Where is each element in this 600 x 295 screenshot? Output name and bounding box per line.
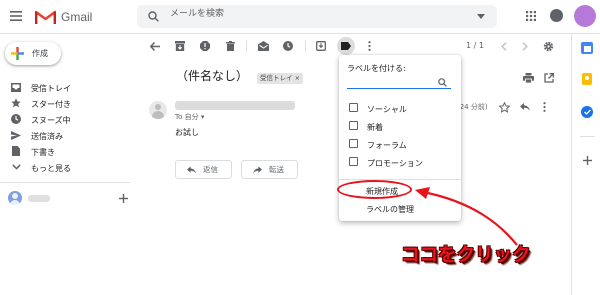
apps-grid-icon[interactable] [524,9,538,23]
get-addons-plus-icon[interactable] [582,155,592,165]
sidebar-item-more[interactable]: もっと見る [0,160,130,174]
recipient-line[interactable]: To 自分 ▾ [175,114,204,121]
print-icon[interactable] [522,72,534,84]
sidebar-item-snoozed[interactable]: スヌーズ中 [0,112,130,126]
inbox-label-chip[interactable]: 受信トレイ × [257,73,304,84]
search-options-icon[interactable] [476,11,486,21]
sidebar-item-label: もっと見る [31,164,71,173]
label-option-promotions[interactable]: プロモーション [345,155,455,169]
settings-gear-icon[interactable] [542,40,554,52]
reply-button[interactable]: 返信 [175,160,232,179]
toolbar-divider [305,40,306,52]
side-panel-divider [571,34,572,295]
sidebar-item-label: スヌーズ中 [31,116,71,125]
gmail-m-icon [35,10,56,24]
forward-button[interactable]: 転送 [241,160,298,179]
sidebar-item-label: 送信済み [31,132,63,141]
message-body: お試し [175,128,199,137]
clock-icon [10,113,22,125]
compose-button[interactable]: 作成 [5,42,61,65]
label-option-text: フォーラム [367,141,407,150]
move-to-icon[interactable] [315,40,327,52]
pagination-text: 1 / 1 [466,41,484,50]
sidebar-item-label: 受信トレイ [31,84,71,93]
label-option-forums[interactable]: フォーラム [345,137,455,151]
label-option-social[interactable]: ソーシャル [345,101,455,115]
message-subject: （件名なし） [176,69,249,83]
inbox-icon [10,81,22,93]
open-in-new-window-icon[interactable] [543,72,555,84]
sidebar-item-starred[interactable]: スター付き [0,96,130,110]
forward-button-label: 転送 [269,165,284,174]
toolbar-divider [246,40,247,52]
app-name: Gmail [61,10,93,24]
message-more-icon[interactable] [539,101,549,113]
message-time: (24 分前) [457,103,488,111]
label-filter-input[interactable] [347,77,451,89]
add-contact-icon[interactable] [118,193,128,203]
reply-icon[interactable] [519,101,531,113]
label-menu-divider [339,179,461,180]
checkbox[interactable] [349,139,358,148]
sidebar-divider [0,182,130,183]
gmail-logo[interactable]: Gmail [35,7,115,27]
mark-unread-icon[interactable] [257,40,269,52]
checkbox[interactable] [349,121,358,130]
reply-arrow-icon [187,166,196,174]
label-menu-title: ラベルを付ける: [347,64,406,73]
draft-icon [10,145,22,157]
report-spam-icon[interactable] [199,40,211,52]
sidebar-item-label: スター付き [31,100,71,109]
label-option-text: ソーシャル [367,105,407,114]
calendar-icon[interactable] [581,42,593,54]
plus-icon [11,47,24,60]
more-options-icon[interactable] [364,40,374,52]
search-icon[interactable] [146,9,160,23]
keep-icon[interactable] [582,73,592,85]
label-option-text: 新着 [367,123,383,132]
send-icon [10,129,22,141]
hangouts-user-name-blurred [28,195,50,202]
star-icon [10,97,22,109]
hangouts-user-avatar[interactable] [8,191,22,205]
avatar[interactable] [574,5,596,27]
sender-avatar[interactable] [149,101,167,119]
compose-label: 作成 [32,49,48,58]
sidebar-item-label: 下書き [31,148,55,157]
archive-icon[interactable] [174,40,186,52]
highlight-ellipse [337,180,412,199]
forward-arrow-icon [253,166,262,174]
back-icon[interactable] [149,40,161,52]
sidebar-item-sent[interactable]: 送信済み [0,128,130,142]
snooze-icon[interactable] [282,40,294,52]
sender-name-blurred [175,101,295,110]
tasks-icon[interactable] [581,106,593,118]
delete-icon[interactable] [224,40,236,52]
search-input[interactable]: メールを検索 [170,10,224,19]
newer-chevron-icon[interactable] [499,41,509,51]
annotation-text: ココをクリック [401,245,531,266]
checkbox[interactable] [349,157,358,166]
header-divider [0,33,600,34]
label-search-icon[interactable] [437,77,448,88]
star-toggle-icon[interactable] [498,101,510,113]
sidebar-item-inbox[interactable]: 受信トレイ [0,80,130,94]
older-chevron-icon[interactable] [520,41,530,51]
chevron-down-icon [10,161,22,173]
notifications-icon[interactable] [550,9,563,22]
checkbox[interactable] [349,103,358,112]
label-icon [340,40,352,52]
label-option-text: プロモーション [367,159,423,168]
side-panel-separator [580,136,595,137]
main-menu-icon[interactable] [8,8,24,24]
sidebar-item-drafts[interactable]: 下書き [0,144,130,158]
reply-button-label: 返信 [203,165,218,174]
label-option-updates[interactable]: 新着 [345,119,455,133]
